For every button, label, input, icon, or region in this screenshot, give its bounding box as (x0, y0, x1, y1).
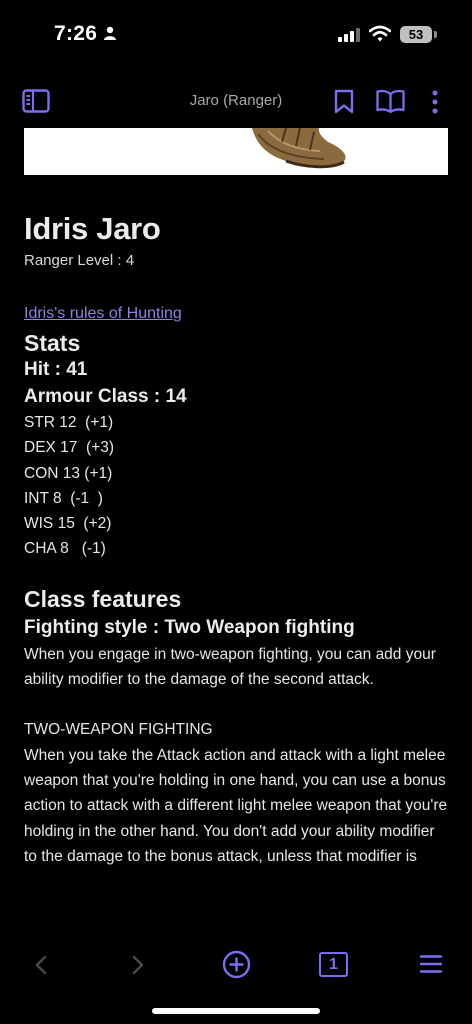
battery-cap (434, 31, 437, 38)
app-header: Jaro (Ranger) (0, 80, 472, 124)
character-name: Idris Jaro (24, 211, 161, 246)
status-time: 7:26 (54, 22, 98, 45)
class-features-heading: Class features (24, 585, 182, 612)
ability-int: INT 8 (-1 ) (24, 489, 103, 507)
fighting-style-description: When you engage in two-weapon fighting, … (24, 645, 436, 689)
ability-dex: DEX 17 (+3) (24, 439, 115, 457)
bookmark-icon[interactable] (334, 89, 354, 114)
tabs-icon[interactable]: 1 (319, 952, 348, 977)
fighting-style-heading: Fighting style : Two Weapon fighting (24, 616, 355, 638)
forward-arrow-icon[interactable] (131, 955, 145, 975)
character-image (24, 128, 448, 175)
character-level: Ranger Level : 4 (24, 252, 135, 269)
hit-points: Hit : 41 (24, 359, 88, 380)
menu-icon[interactable] (420, 954, 442, 974)
book-icon[interactable] (376, 89, 405, 113)
battery-icon: 53 (400, 26, 432, 43)
rules-link[interactable]: Idris's rules of Hunting (24, 303, 182, 325)
ability-wis: WIS 15 (+2) (24, 515, 112, 533)
add-circle-icon[interactable] (222, 950, 251, 979)
twf-description: When you take the Attack action and atta… (24, 746, 448, 865)
ability-str: STR 12 (+1) (24, 414, 114, 431)
home-indicator[interactable] (152, 1008, 320, 1014)
ability-con: CON 13 (+1) (24, 464, 113, 482)
ability-cha: CHA 8 (-1) (24, 540, 106, 558)
more-vertical-icon[interactable] (431, 90, 439, 114)
armour-class: Armour Class : 14 (24, 386, 187, 407)
boot-illustration (252, 128, 346, 169)
status-bar: 7:26 53 (0, 0, 472, 70)
twf-title: TWO-WEAPON FIGHTING (24, 721, 213, 739)
wifi-icon (369, 25, 391, 42)
person-icon (104, 26, 116, 40)
note-content: Idris Jaro Ranger Level : 4 Idris's rule… (24, 206, 448, 869)
signal-icon (338, 28, 360, 42)
stats-heading: Stats (24, 330, 81, 356)
back-arrow-icon[interactable] (34, 955, 48, 975)
